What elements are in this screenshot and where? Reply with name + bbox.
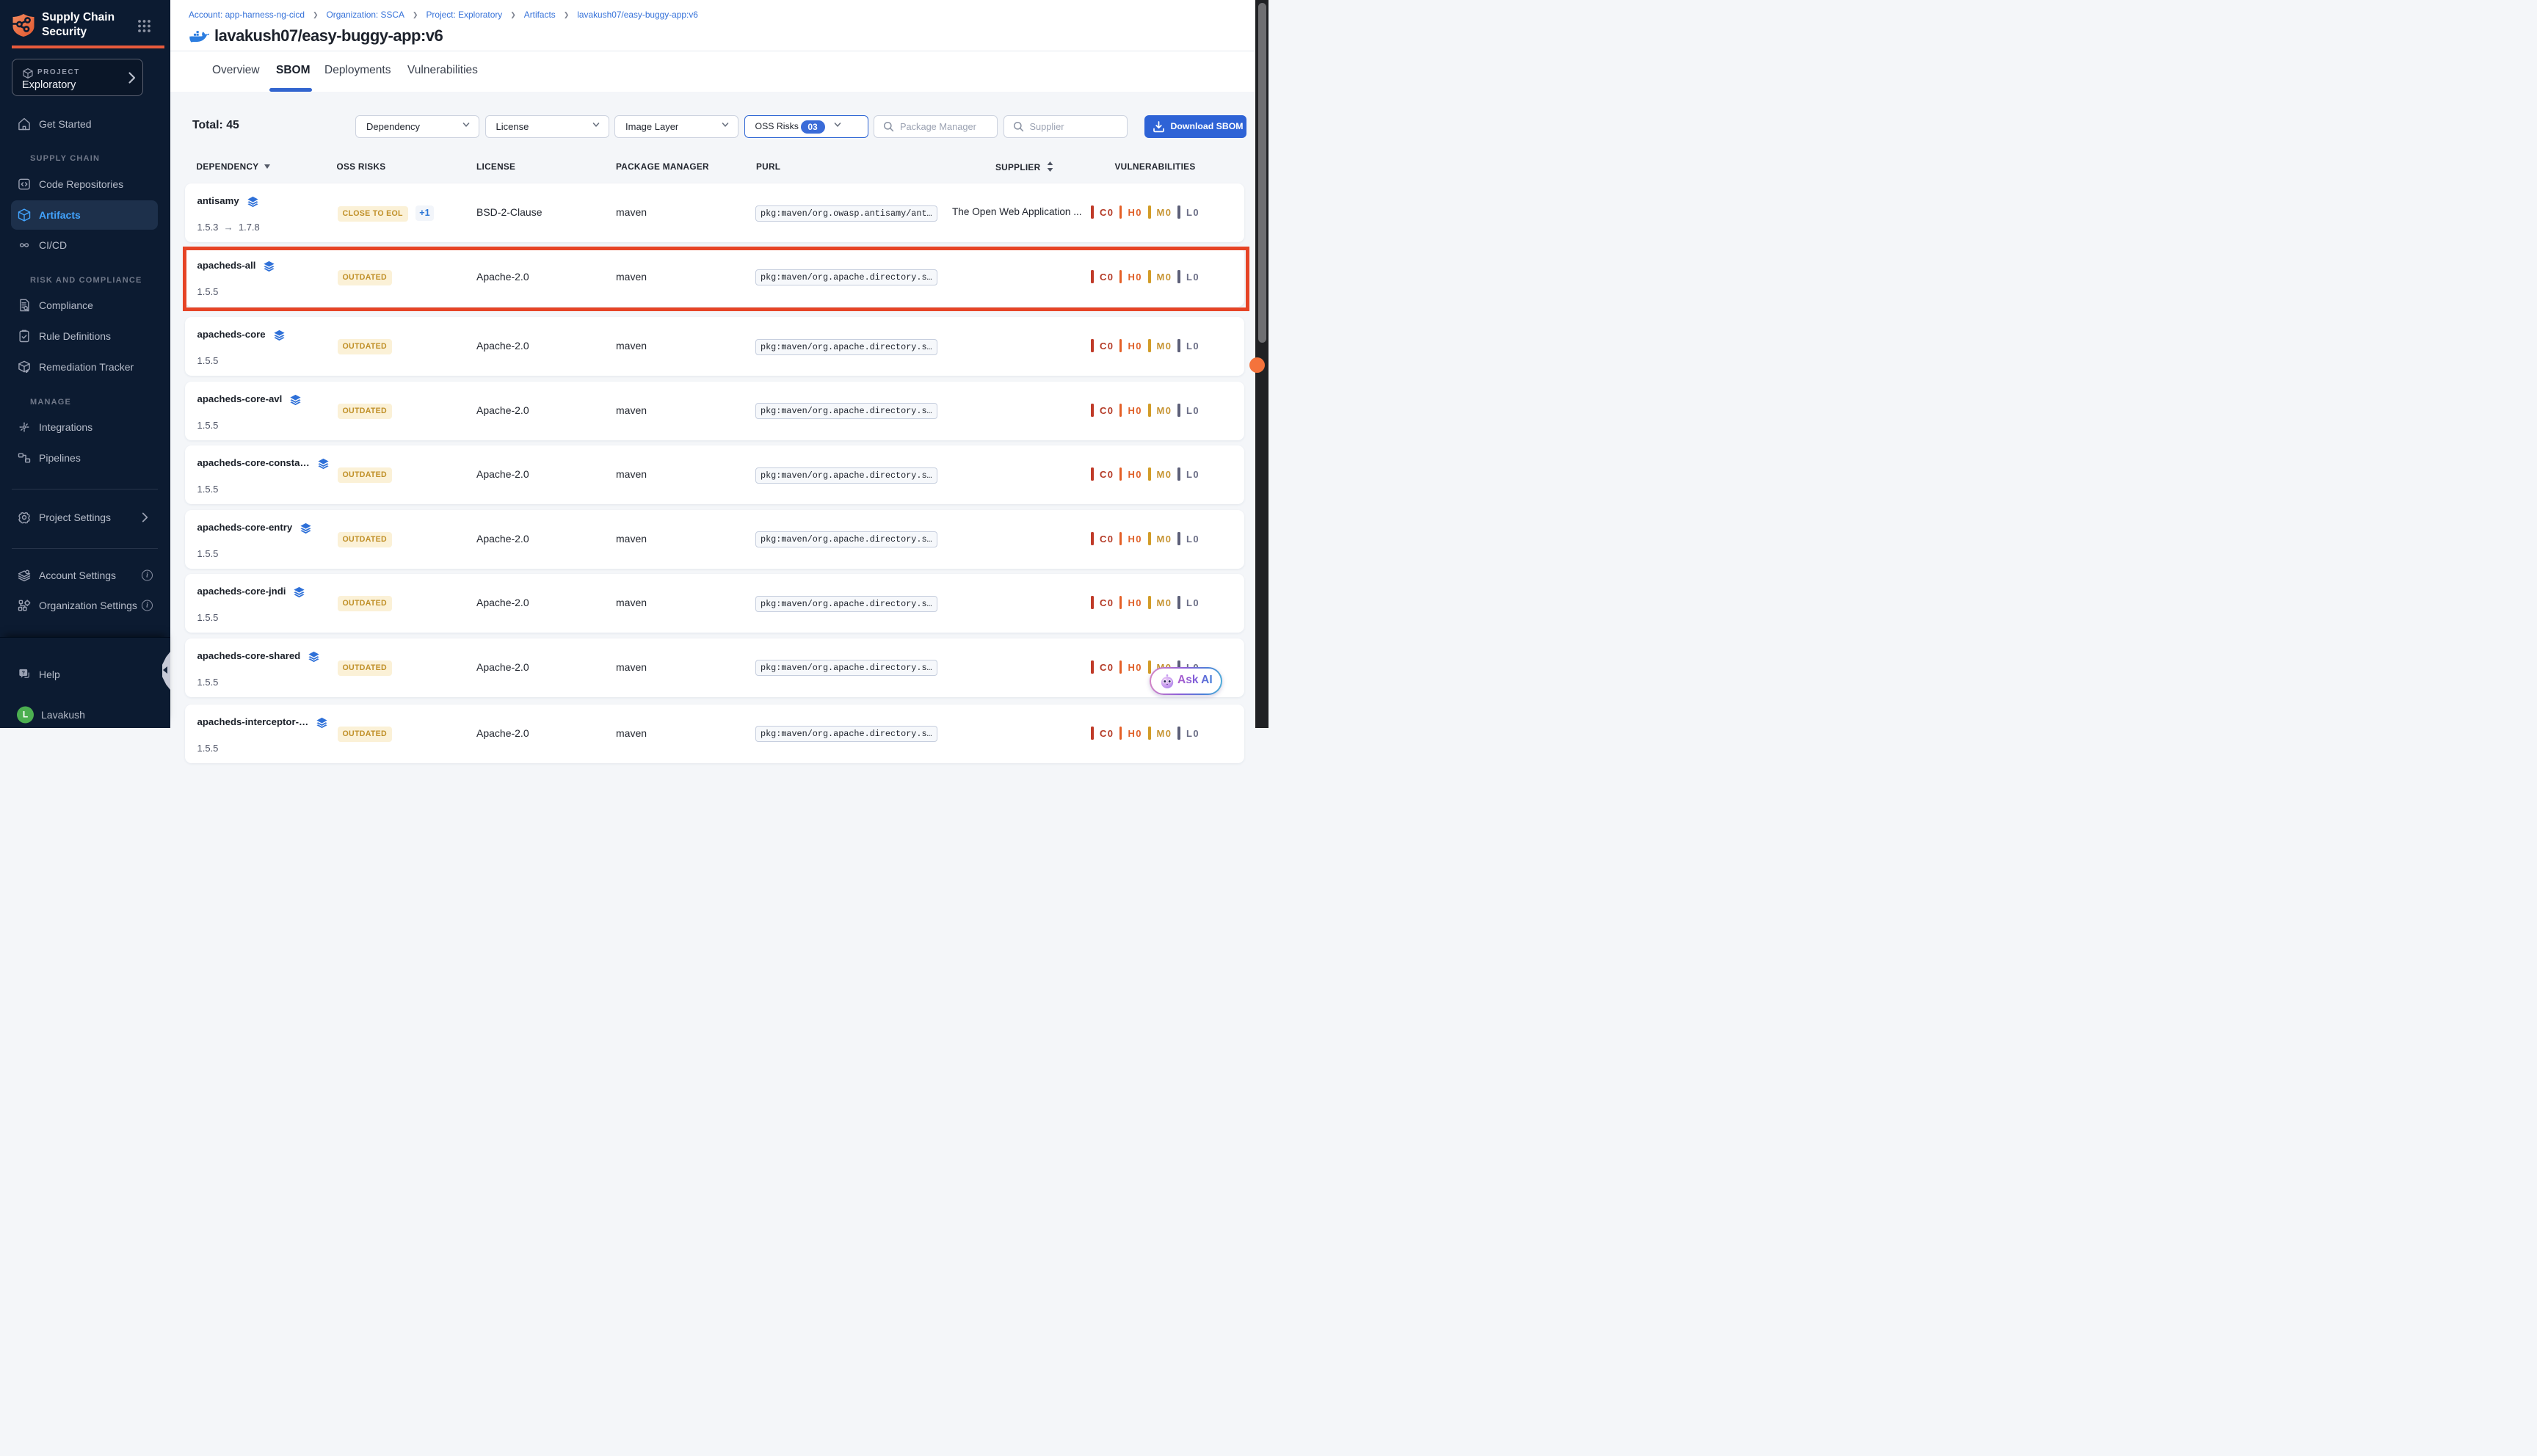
svg-text:?: ? xyxy=(21,669,25,676)
